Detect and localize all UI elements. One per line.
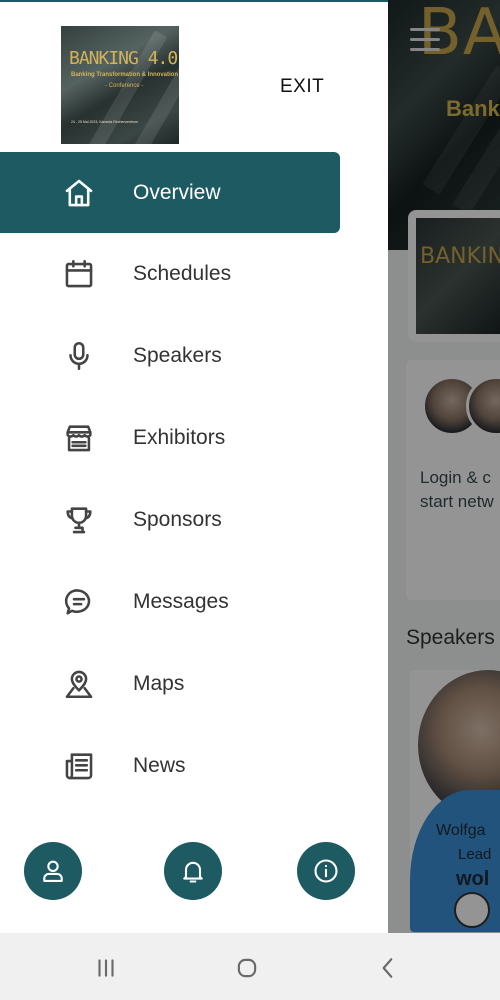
notifications-button[interactable] [164, 842, 222, 900]
event-logo: BANKING 4.0 Banking Transformation & Inn… [61, 26, 179, 144]
trophy-icon [60, 501, 98, 539]
nav-item-speakers[interactable]: Speakers [0, 315, 340, 397]
nav-item-maps[interactable]: Maps [0, 643, 340, 725]
bell-icon [179, 857, 207, 885]
system-navigation-bar [0, 933, 500, 1000]
storefront-icon [60, 419, 98, 457]
info-button[interactable] [297, 842, 355, 900]
nav-item-label: Exhibitors [133, 426, 226, 449]
drawer-scrim-overlay[interactable] [388, 0, 500, 933]
nav-item-label: News [133, 754, 186, 777]
navigation-drawer: BANKING 4.0 Banking Transformation & Inn… [0, 0, 388, 933]
nav-item-overview[interactable]: Overview [0, 152, 340, 233]
recent-apps-icon [93, 955, 119, 981]
nav-item-messages[interactable]: Messages [0, 561, 340, 643]
home-system-button[interactable] [230, 951, 264, 985]
nav-item-sponsors[interactable]: Sponsors [0, 479, 340, 561]
recent-apps-button[interactable] [89, 951, 123, 985]
user-icon [39, 857, 67, 885]
info-icon [312, 857, 340, 885]
nav-item-schedules[interactable]: Schedules [0, 233, 340, 315]
home-icon [60, 174, 98, 212]
nav-item-label: Schedules [133, 262, 232, 285]
back-chevron-icon [375, 955, 401, 981]
nav-item-label: Maps [133, 672, 185, 695]
nav-item-exhibitors[interactable]: Exhibitors [0, 397, 340, 479]
microphone-icon [60, 337, 98, 375]
nav-item-label: Sponsors [133, 508, 222, 531]
calendar-icon [60, 255, 98, 293]
event-logo-footer: 24 - 25 Mai 2023, Kameda Rechenzentrum [71, 120, 138, 124]
newspaper-icon [60, 747, 98, 785]
nav-item-label: Speakers [133, 344, 222, 367]
exit-button[interactable]: EXIT [280, 74, 324, 100]
map-pin-icon [60, 665, 98, 703]
event-logo-subtitle: Banking Transformation & Innovation [71, 72, 179, 78]
chat-bubble-icon [60, 583, 98, 621]
nav-item-label: Messages [133, 590, 229, 613]
event-logo-tagline: - Conference - [105, 83, 144, 89]
drawer-nav-list: Overview Schedules Speakers Exhibitors S… [0, 152, 388, 807]
back-system-button[interactable] [371, 951, 405, 985]
nav-item-label: Overview [133, 180, 221, 204]
home-circle-icon [234, 955, 260, 981]
profile-button[interactable] [24, 842, 82, 900]
nav-item-news[interactable]: News [0, 725, 340, 807]
event-logo-title: BANKING 4.0 [69, 48, 178, 69]
